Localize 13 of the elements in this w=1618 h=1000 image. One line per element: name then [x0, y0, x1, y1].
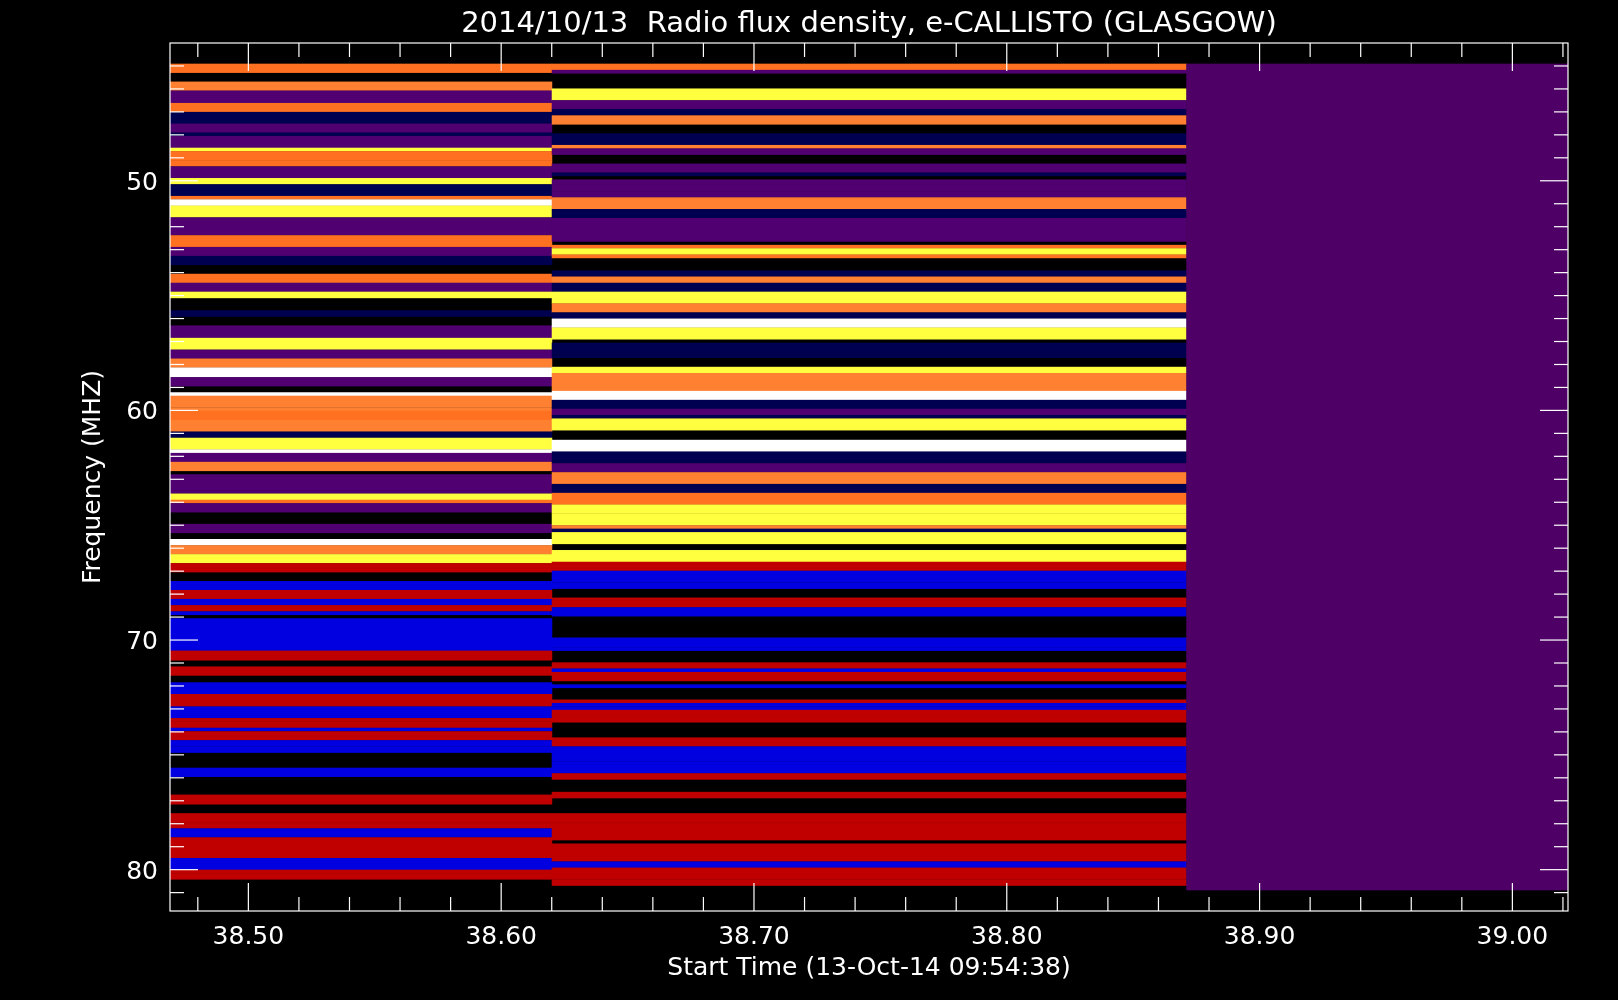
x-tick-label: 38.60: [465, 921, 537, 950]
x-tick-label: 38.90: [1223, 921, 1296, 950]
chart-title: 2014/10/13 Radio flux density, e-CALLISTO (GLASGOW): [461, 5, 1277, 39]
y-tick-label: 50: [126, 166, 158, 196]
y-tick-label: 70: [126, 626, 158, 656]
x-tick-label: 38.70: [718, 921, 790, 950]
y-axis-label: Frequency (MHZ): [77, 369, 106, 585]
x-tick-label: 39.00: [1476, 921, 1549, 950]
y-tick-label: 80: [126, 855, 158, 885]
y-tick-label: 60: [126, 396, 158, 426]
x-axis-label: Start Time (13-Oct-14 09:54:38): [667, 952, 1071, 981]
x-tick-label: 38.50: [212, 921, 285, 950]
x-tick-label: 38.80: [971, 921, 1043, 950]
